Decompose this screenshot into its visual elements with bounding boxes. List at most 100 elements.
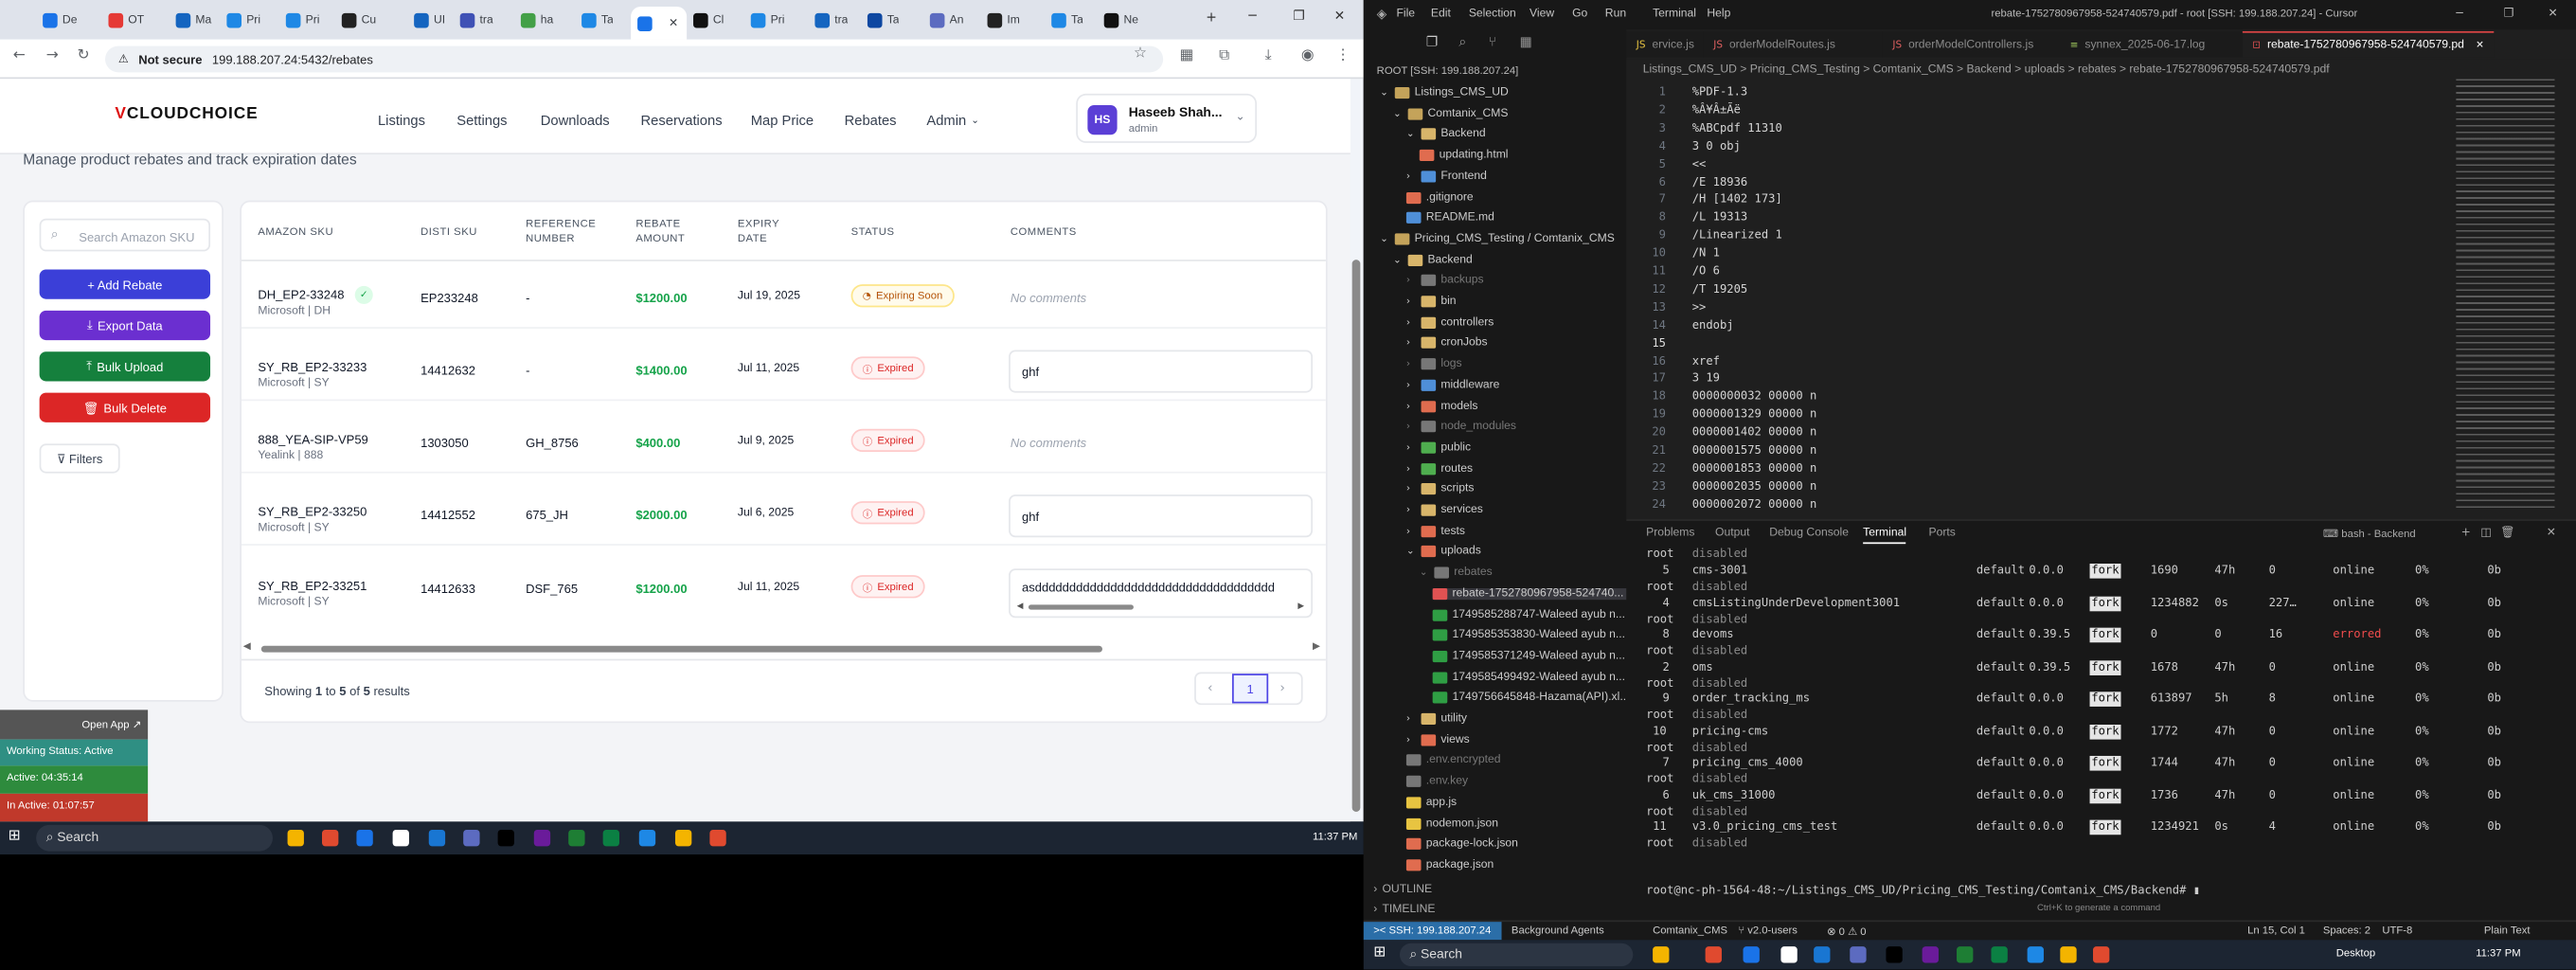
taskbar-app-icon[interactable] [392,830,409,847]
taskbar-app-icon[interactable] [1991,946,2008,963]
brand-logo[interactable]: VCLOUDCHOICE [115,105,258,123]
menu-kebab-icon[interactable]: ⋮ [1335,47,1351,63]
windows-start-icon[interactable]: ⊞ [9,828,21,844]
maximize-icon[interactable]: ❐ [1293,9,1304,24]
background-agents[interactable]: Background Agents [1512,925,1604,937]
tree-folder[interactable]: › middleware [1406,379,1499,391]
nav-settings[interactable]: Settings [456,112,507,128]
editor-tab[interactable]: JS orderModelControllers.js [1882,30,2061,58]
taskbar-app-icon[interactable] [2093,946,2110,963]
files-icon[interactable]: ❐ [1426,34,1438,49]
scroll-right-icon[interactable]: ▶ [1297,602,1304,611]
tree-folder[interactable]: › services [1406,504,1483,516]
remote-indicator[interactable]: >< SSH: 199.188.207.24 [1363,922,1502,941]
editor-tab[interactable]: ≡ synnex_2025-06-17.log [2060,30,2243,58]
repo-name[interactable]: Comtanix_CMS [1653,925,1727,937]
tree-file[interactable]: updating.html [1419,150,1509,162]
nav-map-price[interactable]: Map Price [751,112,814,128]
tree-file[interactable]: README.md [1405,212,1494,225]
browser-tab[interactable]: Ta [575,7,631,33]
windows-start-icon[interactable]: ⊞ [1373,944,1386,961]
taskbar-app-icon[interactable] [356,830,373,847]
menu-help[interactable]: Help [1707,9,1730,20]
taskbar-app-icon[interactable] [1743,946,1760,963]
tree-file[interactable]: app.js [1405,796,1457,809]
browser-tab[interactable]: Pri [279,7,335,33]
minimize-icon[interactable]: ─ [1248,9,1256,24]
desktop-label[interactable]: Desktop [2336,948,2375,960]
nav-admin[interactable]: Admin [926,112,966,128]
comment-scrollbar[interactable]: ◀ ▶ [1017,602,1310,613]
close-window-icon[interactable]: ✕ [2549,7,2558,20]
taskbar-app-icon[interactable] [1886,946,1903,963]
tree-folder[interactable]: › views [1406,733,1470,746]
browser-tab[interactable]: De [36,7,101,33]
col-comments[interactable]: COMMENTS [1011,225,1077,241]
search-input[interactable]: ⌕ Search Amazon SKU [39,218,211,252]
export-data-button[interactable]: ⤓ Export Data [39,310,211,341]
outline-section[interactable]: › OUTLINE [1373,884,1432,895]
tree-file[interactable]: 1749585353830-Waleed ayub n... [1432,629,1625,641]
taskbar-app-icon[interactable] [322,830,339,847]
taskbar-app-icon[interactable] [1814,946,1831,963]
tree-folder[interactable]: › node_modules [1406,421,1516,433]
next-page-icon[interactable]: › [1279,680,1285,695]
table-h-scrollbar[interactable]: ◀ ▶ [242,641,1326,657]
browser-tab[interactable]: Cu [335,7,407,33]
nav-listings[interactable]: Listings [378,112,425,128]
tree-folder[interactable]: › backups [1406,275,1484,287]
panel-tab-output[interactable]: Output [1715,528,1749,539]
browser-tab[interactable]: An [923,7,981,33]
tree-file[interactable]: nodemon.json [1405,817,1498,830]
close-tab-icon[interactable]: ✕ [669,16,678,29]
taskbar-app-icon[interactable] [2060,946,2077,963]
tree-folder[interactable]: › scripts [1406,483,1474,495]
editor-tab[interactable]: JS ervice.js [1626,30,1704,58]
browser-tab[interactable]: ✕ [631,6,688,40]
prev-page-icon[interactable]: ‹ [1208,680,1213,695]
tree-file[interactable]: rebate-1752780967958-524740... [1432,587,1627,600]
minimap[interactable] [2456,79,2555,510]
forward-icon[interactable]: → [46,47,59,63]
taskbar-app-icon[interactable] [1850,946,1867,963]
new-terminal-icon[interactable]: + [2461,526,2471,539]
col-rebate-amount[interactable]: REBATE AMOUNT [635,217,701,246]
menu-terminal[interactable]: Terminal [1653,9,1696,20]
taskbar-app-icon[interactable] [568,830,585,847]
taskbar-app-icon[interactable] [533,830,551,847]
maximize-icon[interactable]: ❐ [2504,7,2514,20]
tree-file[interactable]: 1749756645848-Hazama(API).xl... [1432,692,1626,704]
h-scroll-thumb[interactable] [260,645,1102,653]
close-tab-icon[interactable]: ✕ [2476,40,2484,51]
indentation[interactable]: Spaces: 2 [2323,925,2370,937]
tree-file[interactable]: .gitignore [1405,191,1474,204]
browser-tab[interactable]: Ta [861,7,923,33]
taskbar-app-icon[interactable] [428,830,446,847]
tree-folder[interactable]: ⌄ Backend [1406,128,1486,141]
col-expiry[interactable]: EXPIRY DATE [738,217,796,246]
taskbar-app-icon[interactable] [674,830,692,847]
menu-edit[interactable]: Edit [1431,9,1451,20]
browser-tab[interactable]: Ne [1098,7,1163,33]
taskbar-app-icon[interactable] [463,830,480,847]
cell-amazon-sku[interactable]: SY_RB_EP2-33233 [258,360,367,375]
user-menu[interactable]: HS Haseeb Shah... admin ⌄ [1076,93,1258,143]
profile-icon[interactable]: ◉ [1301,47,1315,63]
tree-folder[interactable]: › bin [1406,296,1457,308]
comment-field[interactable]: ghf [1009,494,1314,538]
tree-folder[interactable]: › tests [1406,525,1465,537]
taskbar-app-icon[interactable] [2027,946,2044,963]
menu-selection[interactable]: Selection [1469,9,1516,20]
timeline-section[interactable]: › TIMELINE [1373,904,1435,915]
close-panel-icon[interactable]: ✕ [2547,526,2556,539]
taskbar-search[interactable]: ⌕ Search [1399,943,1634,967]
taskbar-app-icon[interactable] [497,830,514,847]
panel-tab-debug-console[interactable]: Debug Console [1769,528,1849,539]
search-files-icon[interactable]: ⌕ [1458,34,1466,50]
encoding[interactable]: UTF-8 [2382,925,2412,937]
git-icon[interactable]: ⑂ [1489,34,1496,49]
tree-folder[interactable]: ⌄ rebates [1420,566,1493,579]
add-rebate-button[interactable]: + Add Rebate [39,269,211,299]
tree-folder[interactable]: ⌄ Listings_CMS_UD [1380,86,1509,99]
browser-tab[interactable]: Pri [220,7,278,33]
